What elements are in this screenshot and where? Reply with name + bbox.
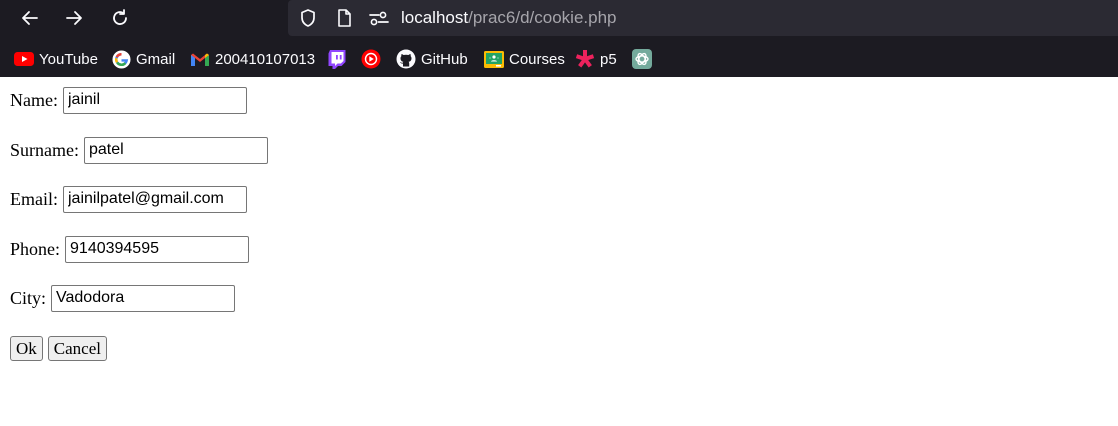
google-icon: [111, 49, 131, 69]
phone-input[interactable]: [65, 235, 250, 263]
bookmark-youtube[interactable]: YouTube: [14, 47, 98, 71]
bookmark-label: p5: [600, 50, 617, 68]
name-row: Name:: [10, 86, 247, 114]
shield-icon[interactable]: [296, 6, 320, 30]
email-label: Email:: [10, 188, 58, 209]
permissions-icon[interactable]: [367, 6, 391, 30]
surname-label: Surname:: [10, 139, 79, 160]
reload-button[interactable]: [104, 2, 136, 34]
google-classroom-icon: [484, 49, 504, 69]
surname-input[interactable]: [84, 136, 268, 164]
bookmark-chatgpt[interactable]: [632, 47, 657, 71]
bookmark-gmail-inbox[interactable]: 200410107013: [190, 47, 315, 71]
city-label: City:: [10, 287, 47, 308]
forward-button[interactable]: [58, 2, 90, 34]
email-input[interactable]: [63, 185, 247, 213]
bookmark-twitch[interactable]: [327, 47, 352, 71]
github-icon: [396, 49, 416, 69]
navigation-bar: localhost/prac6/d/cookie.php: [0, 0, 1118, 36]
form-buttons: Ok Cancel: [10, 336, 112, 361]
reload-icon: [113, 9, 127, 25]
bookmark-p5[interactable]: p5: [575, 47, 617, 71]
bookmark-gmail[interactable]: Gmail: [111, 47, 175, 71]
bookmark-label: Gmail: [136, 50, 176, 68]
surname-row: Surname:: [10, 136, 268, 164]
gmail-icon: [190, 49, 210, 69]
youtube-music-icon: [361, 49, 381, 69]
phone-row: Phone:: [10, 235, 250, 263]
bookmark-label: 200410107013: [215, 50, 316, 68]
bookmark-youtube-music[interactable]: [361, 47, 386, 71]
page-content: Name: Surname: Email: Phone: City: Ok Ca…: [0, 77, 1118, 426]
chatgpt-icon: [632, 49, 652, 69]
cancel-button[interactable]: Cancel: [47, 336, 107, 361]
twitch-icon: [327, 49, 347, 69]
url-path: /prac6/d/cookie.php: [468, 8, 617, 27]
url-bar[interactable]: localhost/prac6/d/cookie.php: [288, 0, 1118, 36]
bookmark-label: Courses: [509, 50, 565, 68]
city-row: City:: [10, 284, 236, 312]
bookmark-label: GitHub: [421, 50, 468, 68]
name-input[interactable]: [62, 86, 247, 114]
url-text[interactable]: localhost/prac6/d/cookie.php: [401, 6, 617, 30]
page-icon[interactable]: [332, 6, 356, 30]
phone-label: Phone:: [10, 238, 61, 259]
arrow-left-icon: [22, 11, 38, 25]
email-row: Email:: [10, 185, 247, 213]
arrow-right-icon: [66, 11, 82, 25]
browser-chrome: localhost/prac6/d/cookie.php YouTube Gma…: [0, 0, 1118, 77]
bookmark-label: YouTube: [39, 50, 98, 68]
bookmarks-toolbar: YouTube Gmail 200410107013 GitHub Course…: [0, 42, 1118, 76]
name-label: Name:: [10, 89, 58, 110]
ok-button[interactable]: Ok: [10, 336, 43, 361]
bookmark-github[interactable]: GitHub: [396, 47, 468, 71]
url-host: localhost: [401, 8, 469, 27]
bookmark-courses[interactable]: Courses: [484, 47, 565, 71]
city-input[interactable]: [51, 284, 236, 312]
p5-icon: [575, 49, 595, 69]
youtube-icon: [14, 49, 34, 69]
back-button[interactable]: [14, 2, 46, 34]
